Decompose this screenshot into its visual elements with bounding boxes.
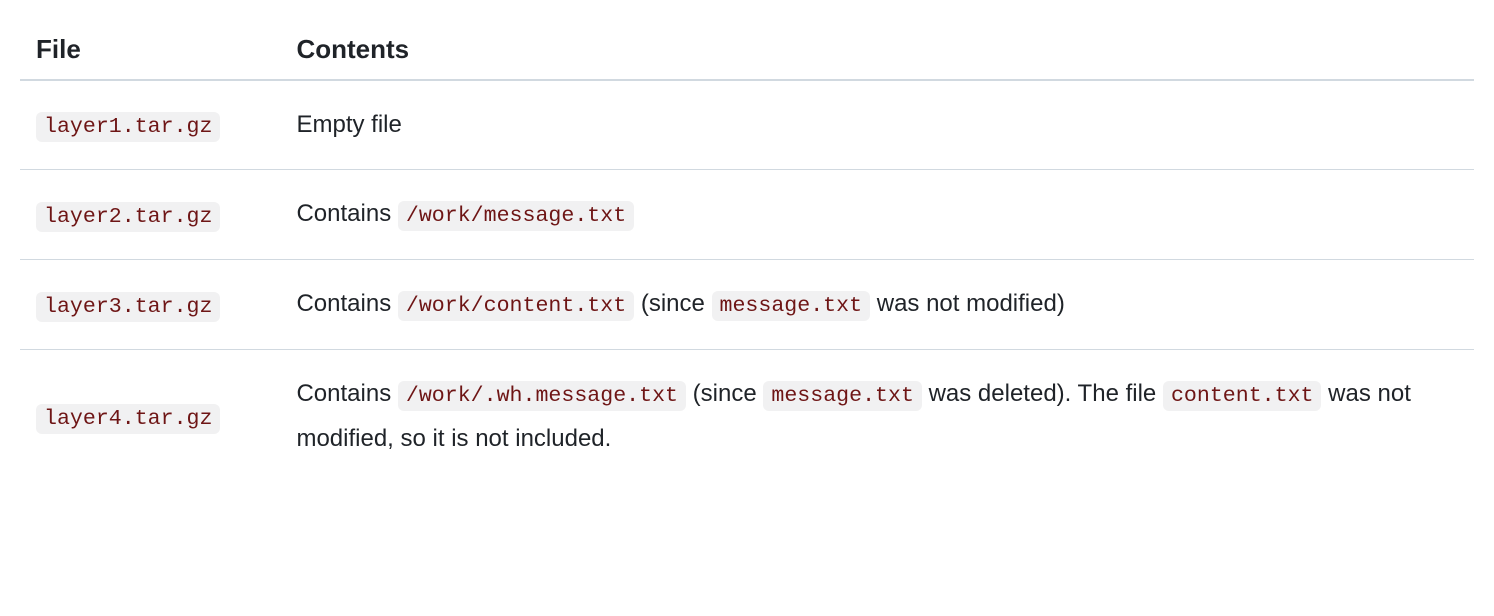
inline-code: /work/content.txt [398, 291, 634, 321]
inline-code: /work/.wh.message.txt [398, 381, 686, 411]
text-span: Contains [296, 200, 397, 227]
text-span: Contains [296, 380, 397, 407]
text-span: (since [686, 380, 763, 407]
inline-code: message.txt [763, 381, 922, 411]
file-name-code: layer4.tar.gz [36, 404, 220, 434]
text-span: Empty file [296, 111, 401, 138]
contents-cell: Contains /work/message.txt [280, 170, 1474, 260]
file-cell: layer3.tar.gz [20, 260, 280, 350]
file-name-code: layer2.tar.gz [36, 202, 220, 232]
contents-cell: Contains /work/content.txt (since messag… [280, 260, 1474, 350]
contents-text: Contains /work/.wh.message.txt (since me… [296, 372, 1458, 461]
contents-cell: Contains /work/.wh.message.txt (since me… [280, 350, 1474, 484]
header-file: File [20, 20, 280, 80]
inline-code: message.txt [712, 291, 871, 321]
table-row: layer3.tar.gz Contains /work/content.txt … [20, 260, 1474, 350]
table-header-row: File Contents [20, 20, 1474, 80]
contents-text: Contains /work/content.txt (since messag… [296, 282, 1458, 327]
text-span: was not modified) [870, 290, 1065, 317]
header-contents: Contents [280, 20, 1474, 80]
contents-cell: Empty file [280, 80, 1474, 170]
text-span: (since [634, 290, 711, 317]
file-cell: layer2.tar.gz [20, 170, 280, 260]
file-cell: layer4.tar.gz [20, 350, 280, 484]
layer-contents-table: File Contents layer1.tar.gzEmpty filelay… [20, 20, 1474, 484]
inline-code: content.txt [1163, 381, 1322, 411]
file-name-code: layer1.tar.gz [36, 112, 220, 142]
file-name-code: layer3.tar.gz [36, 292, 220, 322]
table-row: layer2.tar.gz Contains /work/message.txt [20, 170, 1474, 260]
table-row: layer4.tar.gz Contains /work/.wh.message.… [20, 350, 1474, 484]
table-row: layer1.tar.gz Empty file [20, 80, 1474, 170]
text-span: Contains [296, 290, 397, 317]
contents-text: Empty file [296, 103, 1458, 147]
contents-text: Contains /work/message.txt [296, 192, 1458, 237]
file-cell: layer1.tar.gz [20, 80, 280, 170]
text-span: was deleted). The file [922, 380, 1163, 407]
inline-code: /work/message.txt [398, 201, 634, 231]
table-body: layer1.tar.gz Empty file layer2.tar.gz Cont… [20, 80, 1474, 484]
